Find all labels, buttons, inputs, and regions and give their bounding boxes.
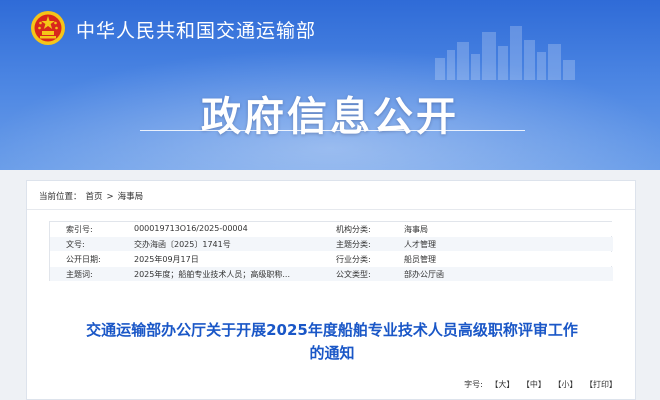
keywords-value: 2025年度；船舶专业技术人员；高级职称... — [134, 270, 290, 279]
document-number-label: 文号: — [66, 240, 85, 249]
font-size-controls: 字号: 【大】 【中】 【小】 【打印】 — [464, 379, 617, 390]
index-number-value: 000019713O16/2025-00004 — [134, 224, 248, 233]
font-size-label: 字号: — [464, 380, 483, 389]
document-type-label: 公文类型: — [336, 270, 371, 279]
font-size-small-button[interactable]: 【小】 — [553, 380, 577, 389]
agency-category-label: 机构分类: — [336, 225, 371, 234]
topic-category-value: 人才管理 — [404, 240, 436, 249]
industry-category-value: 船员管理 — [404, 255, 436, 264]
font-size-medium-button[interactable]: 【中】 — [522, 380, 546, 389]
document-type-value: 部办公厅函 — [404, 270, 444, 279]
breadcrumb-current-link[interactable]: 海事局 — [118, 192, 144, 202]
breadcrumb: 当前位置： 首页 > 海事局 — [39, 190, 147, 202]
document-number-value: 交办海函〔2025〕1741号 — [134, 240, 231, 249]
breadcrumb-separator: > — [106, 192, 114, 202]
breadcrumb-divider — [27, 209, 635, 210]
title-underline — [140, 130, 525, 131]
topic-category-label: 主题分类: — [336, 240, 371, 249]
document-title-line-2: 的通知 — [309, 344, 355, 362]
font-size-large-button[interactable]: 【大】 — [490, 380, 514, 389]
banner-title: 政府信息公开 — [201, 94, 459, 140]
metadata-row: 索引号: 000019713O16/2025-00004 机构分类: 海事局 — [50, 222, 613, 236]
metadata-row: 公开日期: 2025年09月17日 行业分类: 船员管理 — [50, 252, 613, 266]
industry-category-label: 行业分类: — [336, 255, 371, 264]
document-title-line-1: 交通运输部办公厅关于开展2025年度船舶专业技术人员高级职称评审工作 — [86, 321, 578, 339]
breadcrumb-home-link[interactable]: 首页 — [86, 192, 103, 202]
metadata-table: 索引号: 000019713O16/2025-00004 机构分类: 海事局 文… — [49, 221, 613, 281]
national-emblem-icon — [31, 11, 65, 45]
index-number-label: 索引号: — [66, 225, 93, 234]
metadata-row: 主题词: 2025年度；船舶专业技术人员；高级职称... 公文类型: 部办公厅函 — [50, 267, 613, 281]
breadcrumb-label: 当前位置： — [39, 192, 82, 202]
document-title: 交通运输部办公厅关于开展2025年度船舶专业技术人员高级职称评审工作 的通知 — [47, 319, 617, 365]
publish-date-label: 公开日期: — [66, 255, 101, 264]
ministry-name[interactable]: 中华人民共和国交通运输部 — [76, 16, 316, 43]
metadata-row: 文号: 交办海函〔2025〕1741号 主题分类: 人才管理 — [50, 237, 613, 251]
city-skyline-graphic — [435, 26, 575, 80]
agency-category-value: 海事局 — [404, 225, 428, 234]
header-banner: 中华人民共和国交通运输部 政府信息公开 — [0, 0, 660, 170]
publish-date-value: 2025年09月17日 — [134, 255, 199, 264]
keywords-label: 主题词: — [66, 270, 93, 279]
print-button[interactable]: 【打印】 — [585, 380, 617, 389]
content-panel: 当前位置： 首页 > 海事局 索引号: 000019713O16/2025-00004… — [26, 180, 636, 400]
